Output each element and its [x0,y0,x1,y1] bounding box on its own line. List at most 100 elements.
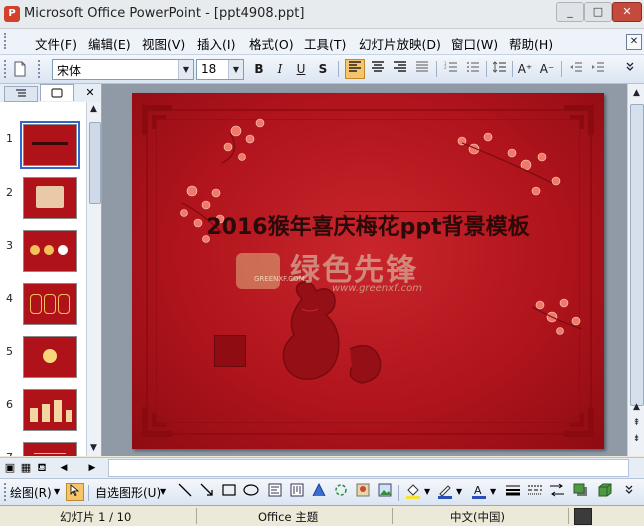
increase-indent-icon[interactable] [588,59,608,79]
font-size-dropdown[interactable]: 18 ▼ [196,59,244,80]
toolbar-grip-handle[interactable] [4,60,9,78]
chevron-down-icon[interactable]: ▼ [228,60,243,79]
chevron-down-icon[interactable]: ▼ [178,60,193,79]
decrease-indent-icon[interactable] [566,59,586,79]
tab-slides[interactable] [40,84,74,101]
scrollbar-thumb[interactable] [630,104,644,406]
slide-scrollbar[interactable]: ▲ ▲ ⇞ ⇟ [627,84,644,456]
arrow-style-icon[interactable] [548,483,566,501]
scroll-right-icon[interactable]: ▶ [84,460,100,476]
chevron-down-icon[interactable]: ▼ [490,487,496,496]
menu-grip-handle[interactable] [4,33,9,49]
bold-button[interactable]: B [249,59,269,79]
shadow-button[interactable]: S [313,59,333,79]
tab-outline[interactable] [4,86,38,102]
slide-sorter-view-icon[interactable]: ▦ [18,460,34,476]
menu-file[interactable]: 文件(F) [32,33,80,54]
distribute-button[interactable] [412,59,432,79]
vertical-textbox-icon[interactable] [288,483,306,501]
menu-edit[interactable]: 编辑(E) [85,33,134,54]
slide-thumbnail-4[interactable] [23,283,77,325]
menu-view[interactable]: 视图(V) [139,33,188,54]
scroll-up-icon[interactable]: ▲ [629,86,644,101]
scroll-left-icon[interactable]: ◀ [56,460,72,476]
select-objects-icon[interactable] [66,483,84,501]
toolbar-grip-handle-2[interactable] [38,60,43,78]
slideshow-view-icon[interactable]: ⛾ [34,460,50,476]
align-right-button[interactable] [390,59,410,79]
wordart-icon[interactable] [310,482,328,501]
chevron-down-icon[interactable]: ▼ [54,487,60,496]
normal-view-icon[interactable]: ▣ [2,460,18,476]
dash-style-icon[interactable] [526,483,544,501]
menu-window[interactable]: 窗口(W) [448,33,501,54]
decrease-font-size-button[interactable]: A⁻ [537,59,557,79]
close-document-button[interactable]: ✕ [626,34,642,50]
slide-thumbnail-1[interactable] [20,121,80,169]
menu-format[interactable]: 格式(O) [246,33,297,54]
italic-button[interactable]: I [270,59,290,79]
maximize-button[interactable]: □ [584,2,612,22]
line-spacing-icon[interactable] [490,59,510,79]
numbering-icon[interactable]: 12 [441,59,461,79]
slide-thumbnail-3[interactable] [23,230,77,272]
underline-button[interactable]: U [291,59,311,79]
scroll-up-icon[interactable]: ▲ [87,102,100,117]
oval-tool-icon[interactable] [242,483,260,501]
autoshapes-menu-button[interactable]: 自选图形(U) [95,484,161,501]
picture-icon[interactable] [376,483,394,501]
toolbar-options-icon[interactable] [620,483,638,501]
slide-number: 5 [6,345,13,358]
slide-title[interactable]: 2016猴年喜庆梅花ppt背景模板 [132,209,604,241]
draw-menu-button[interactable]: 绘图(R) [10,484,52,501]
toolbar-options-icon[interactable] [620,59,640,79]
line-style-icon[interactable] [504,483,522,501]
diagram-icon[interactable] [332,483,350,501]
scroll-up-icon[interactable]: ▲ [629,400,644,415]
slide-editing-area: 2016猴年喜庆梅花ppt背景模板 GREENXF.COM 绿色先锋 www.g… [102,84,627,456]
toolbar-separator [486,61,487,77]
align-left-button[interactable] [345,59,365,79]
align-center-button[interactable] [368,59,388,79]
line-tool-icon[interactable] [176,483,194,501]
spell-check-icon[interactable] [574,508,592,525]
increase-font-size-button[interactable]: A⁺ [515,59,535,79]
scrollbar-thumb[interactable] [89,122,101,204]
rectangle-tool-icon[interactable] [220,483,238,501]
toolbar-grip-handle[interactable] [4,483,9,501]
font-color-icon[interactable]: A [470,483,488,501]
clip-art-icon[interactable] [354,483,372,501]
slide-thumbnail-5[interactable] [23,336,77,378]
shadow-style-icon[interactable] [572,483,590,501]
slide-thumbnail-6[interactable] [23,389,77,431]
slide-number: 2 [6,186,13,199]
chevron-down-icon[interactable]: ▼ [456,487,462,496]
current-slide[interactable]: 2016猴年喜庆梅花ppt背景模板 GREENXF.COM 绿色先锋 www.g… [132,93,604,449]
3d-style-icon[interactable] [596,483,614,501]
font-name-dropdown[interactable]: 宋体 ▼ [52,59,194,80]
fill-color-icon[interactable] [404,483,422,501]
previous-slide-icon[interactable]: ⇞ [629,416,644,431]
menu-tools[interactable]: 工具(T) [301,33,349,54]
line-color-icon[interactable] [436,483,454,501]
powerpoint-app-icon[interactable]: P [4,6,20,22]
menu-slideshow[interactable]: 幻灯片放映(D) [356,33,444,54]
new-document-icon[interactable] [10,59,30,79]
chevron-down-icon[interactable]: ▼ [160,487,166,496]
arrow-tool-icon[interactable] [198,483,216,501]
close-button[interactable]: ✕ [612,2,642,22]
textbox-tool-icon[interactable] [266,483,284,501]
chevron-down-icon[interactable]: ▼ [424,487,430,496]
thumbnail-scrollbar[interactable]: ▲ ▼ [86,102,101,456]
scroll-down-icon[interactable]: ▼ [87,441,100,456]
menu-insert[interactable]: 插入(I) [194,33,238,54]
slide-thumbnail-7[interactable] [23,442,77,456]
notes-pane[interactable] [108,459,629,477]
font-size-value: 18 [201,62,217,76]
next-slide-icon[interactable]: ⇟ [629,432,644,447]
close-panel-button[interactable]: ✕ [84,86,96,100]
minimize-button[interactable]: _ [556,2,584,22]
slide-thumbnail-2[interactable] [23,177,77,219]
bullets-icon[interactable] [463,59,483,79]
menu-help[interactable]: 帮助(H) [506,33,556,54]
